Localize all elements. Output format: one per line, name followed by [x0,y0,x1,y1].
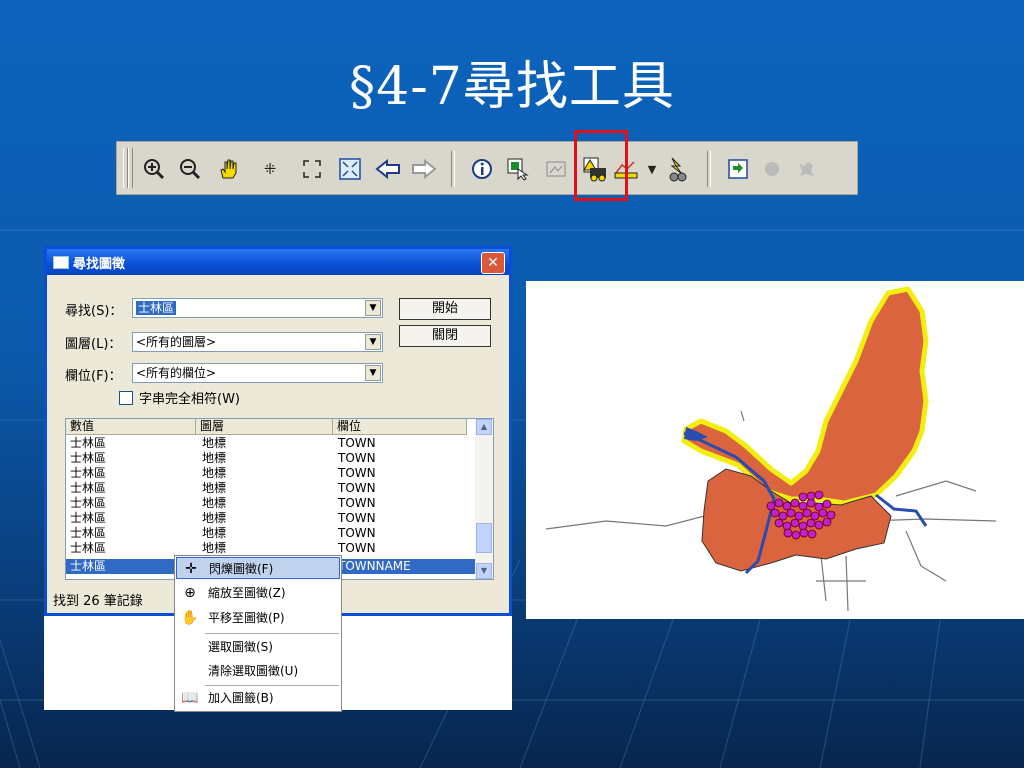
toolbar-separator [451,151,455,187]
table-row[interactable]: 士林區 地標 TOWN [66,436,476,451]
fixed-zoom-in-icon[interactable]: ⁜ [255,154,285,184]
status-text: 找到 26 筆記錄 [53,594,143,609]
scroll-up-icon[interactable]: ▲ [476,419,492,435]
menu-item-select[interactable]: 選取圖徵(S) [176,636,340,658]
dialog-titlebar[interactable]: 尋找圖徵 ✕ [47,249,509,275]
menu-separator [205,633,339,634]
select-features-icon[interactable] [503,154,533,184]
field-value: <所有的欄位> [136,366,217,380]
zoom-to-icon: ⊕ [184,585,196,601]
pan-hand-icon[interactable] [213,154,243,184]
editor-icon[interactable] [723,154,753,184]
identify-icon[interactable] [467,154,497,184]
column-header-layer[interactable]: 圖層 [196,419,333,435]
menu-item-add-bookmark[interactable]: 📖 加入圖籤(B) [176,687,340,709]
start-button[interactable]: 開始 [399,298,491,320]
menu-item-clear-selection[interactable]: 清除選取圖徵(U) [176,660,340,682]
map-canvas [545,286,997,612]
field-label: 欄位(F)： [65,369,122,384]
menu-item-flash[interactable]: ✛ 閃爍圖徵(F) [176,557,340,579]
table-row[interactable]: 士林區 地標 TOWN [66,466,476,481]
flash-icon: ✛ [185,561,197,577]
scroll-down-icon[interactable]: ▼ [476,563,492,579]
select-elements-icon[interactable] [541,154,571,184]
forward-arrow-icon[interactable] [409,154,439,184]
chevron-down-icon[interactable]: ▼ [365,334,381,350]
context-menu: ✛ 閃爍圖徵(F) ⊕ 縮放至圖徵(Z) ✋ 平移至圖徵(P) 選取圖徵(S) … [174,555,342,712]
find-value: 士林區 [136,301,177,315]
dot-icon[interactable] [757,154,787,184]
list-scrollbar[interactable]: ▲ ▼ [475,419,493,579]
table-row[interactable]: 士林區 地標 TOWN [66,481,476,496]
match-whole-label: 字串完全相符(W) [139,392,240,407]
layer-combo[interactable]: <所有的圖層> ▼ [132,332,383,352]
table-row[interactable]: 士林區 地標 TOWN [66,511,476,526]
zoom-out-icon[interactable] [175,154,205,184]
find-tool-highlight [574,130,628,201]
slide-title: §4-7尋找工具 [349,57,675,117]
scroll-thumb[interactable] [476,523,492,553]
field-combo[interactable]: <所有的欄位> ▼ [132,363,383,383]
chevron-down-icon[interactable]: ▼ [365,300,381,316]
close-button[interactable]: 關閉 [399,325,491,347]
tools-toolbar: ⁜ ▼ [116,141,858,195]
chevron-down-icon[interactable]: ▼ [365,365,381,381]
hyperlink-icon[interactable] [663,154,693,184]
table-row[interactable]: 士林區 地標 TOWN [66,541,476,556]
menu-separator-2 [205,685,339,686]
table-row[interactable]: 士林區 地標 TOWN [66,496,476,511]
match-whole-checkbox[interactable] [119,391,133,405]
highlighted-district [681,286,929,506]
toolbar-separator-2 [707,151,711,187]
close-icon[interactable]: ✕ [481,252,505,274]
map-view[interactable] [526,281,1024,619]
layer-label: 圖層(L)： [65,337,122,352]
window-icon [53,256,69,269]
menu-item-zoom-to[interactable]: ⊕ 縮放至圖徵(Z) [176,582,340,604]
table-row[interactable]: 士林區 地標 TOWN [66,451,476,466]
table-row[interactable]: 士林區 地標 TOWN [66,526,476,541]
find-combo[interactable]: 士林區 ▼ [132,298,383,318]
layer-value: <所有的圖層> [136,335,217,349]
bookmark-icon: 📖 [181,690,199,706]
pin-icon[interactable] [791,154,821,184]
fixed-zoom-out-icon[interactable] [297,154,327,184]
find-label: 尋找(S)： [65,304,123,319]
dialog-title: 尋找圖徵 [73,257,126,272]
back-arrow-icon[interactable] [373,154,403,184]
toolbar-grip-2 [128,148,133,188]
column-header-value[interactable]: 數值 [66,419,196,435]
column-header-field[interactable]: 欄位 [333,419,467,435]
pan-icon: ✋ [181,610,199,626]
full-extent-icon[interactable] [335,154,365,184]
zoom-in-icon[interactable] [139,154,169,184]
menu-item-pan-to[interactable]: ✋ 平移至圖徵(P) [176,607,340,629]
